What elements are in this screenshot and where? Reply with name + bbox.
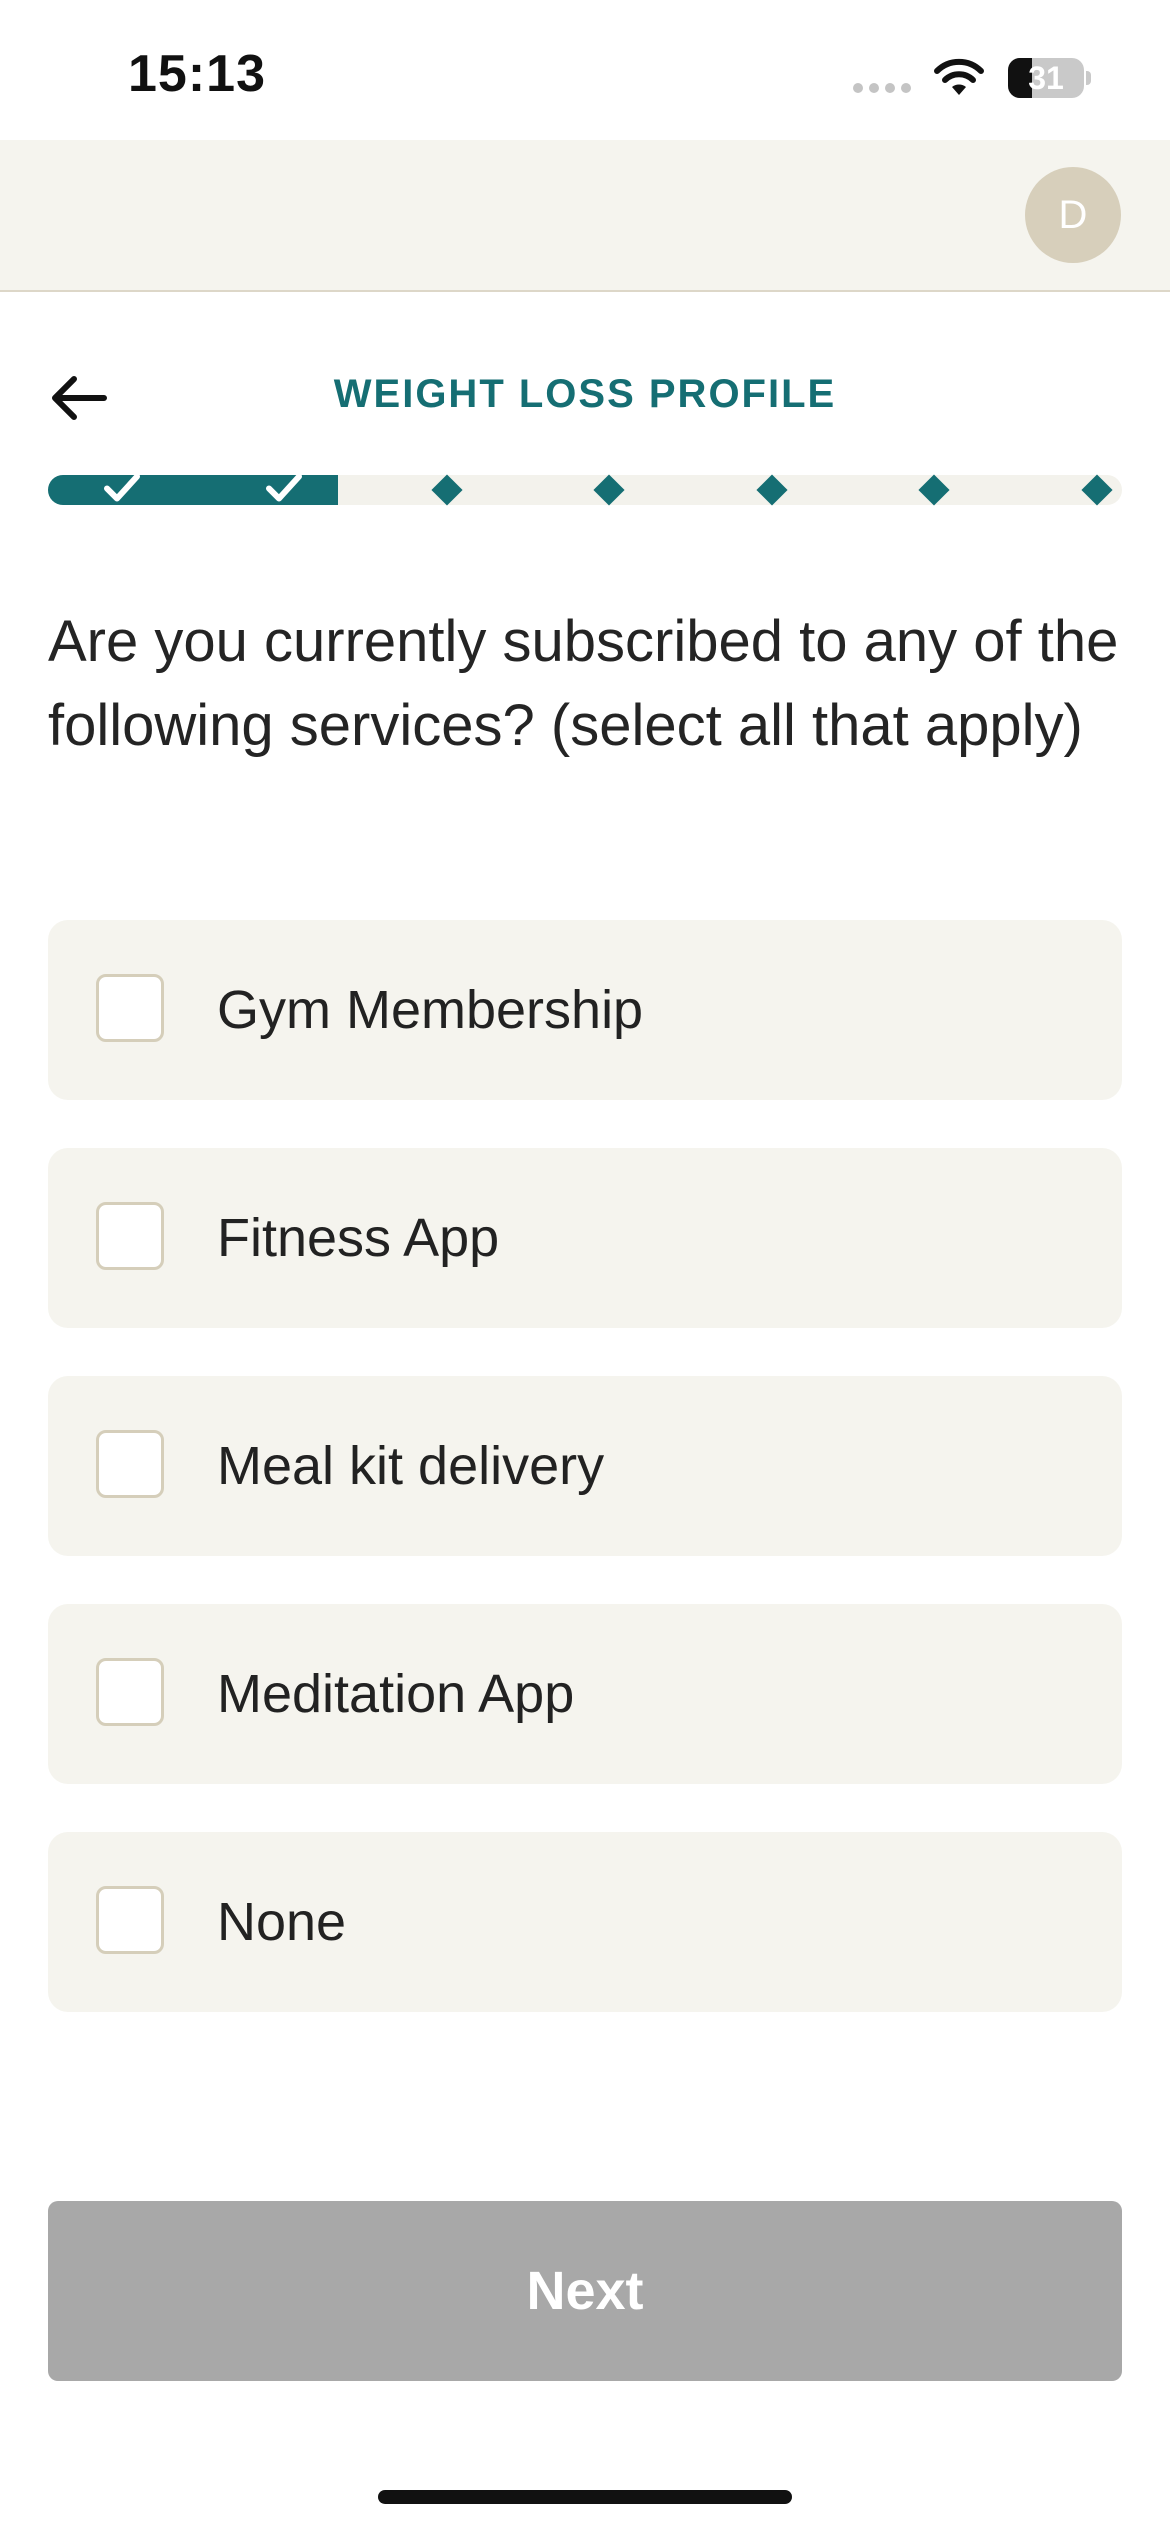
avatar[interactable]: D — [1025, 167, 1121, 263]
progress-bar — [48, 473, 1122, 506]
diamond-icon — [756, 474, 788, 506]
cellular-signal-icon — [853, 83, 911, 93]
option-meditation-app[interactable]: Meditation App — [48, 1604, 1122, 1784]
checkbox[interactable] — [96, 974, 164, 1042]
diamond-icon — [1081, 474, 1113, 506]
check-icon — [264, 472, 304, 509]
app-header: D — [0, 140, 1170, 292]
checkbox[interactable] — [96, 1886, 164, 1954]
battery-level: 31 — [1028, 60, 1064, 96]
option-meal-kit-delivery[interactable]: Meal kit delivery — [48, 1376, 1122, 1556]
option-label: Meditation App — [217, 1664, 575, 1724]
page-title: WEIGHT LOSS PROFILE — [333, 372, 837, 416]
status-time: 15:13 — [128, 45, 266, 103]
battery-icon: 31 — [1008, 58, 1084, 98]
option-none[interactable]: None — [48, 1832, 1122, 2012]
home-indicator — [378, 2490, 792, 2504]
option-label: None — [217, 1892, 347, 1952]
next-button[interactable]: Next — [48, 2201, 1122, 2381]
battery-cap — [1086, 71, 1091, 85]
checkbox[interactable] — [96, 1658, 164, 1726]
checkbox[interactable] — [96, 1202, 164, 1270]
option-label: Gym Membership — [217, 980, 644, 1040]
status-bar: 15:13 31 — [0, 0, 1170, 140]
diamond-icon — [593, 474, 625, 506]
option-fitness-app[interactable]: Fitness App — [48, 1148, 1122, 1328]
checkbox[interactable] — [96, 1430, 164, 1498]
option-label: Fitness App — [217, 1208, 500, 1268]
diamond-icon — [431, 474, 463, 506]
options-list: Gym Membership Fitness App Meal kit deli… — [48, 920, 1122, 2060]
option-gym-membership[interactable]: Gym Membership — [48, 920, 1122, 1100]
diamond-icon — [918, 474, 950, 506]
wifi-icon — [934, 58, 984, 95]
option-label: Meal kit delivery — [217, 1436, 605, 1496]
check-icon — [102, 472, 142, 509]
question-text: Are you currently subscribed to any of t… — [48, 609, 1119, 758]
